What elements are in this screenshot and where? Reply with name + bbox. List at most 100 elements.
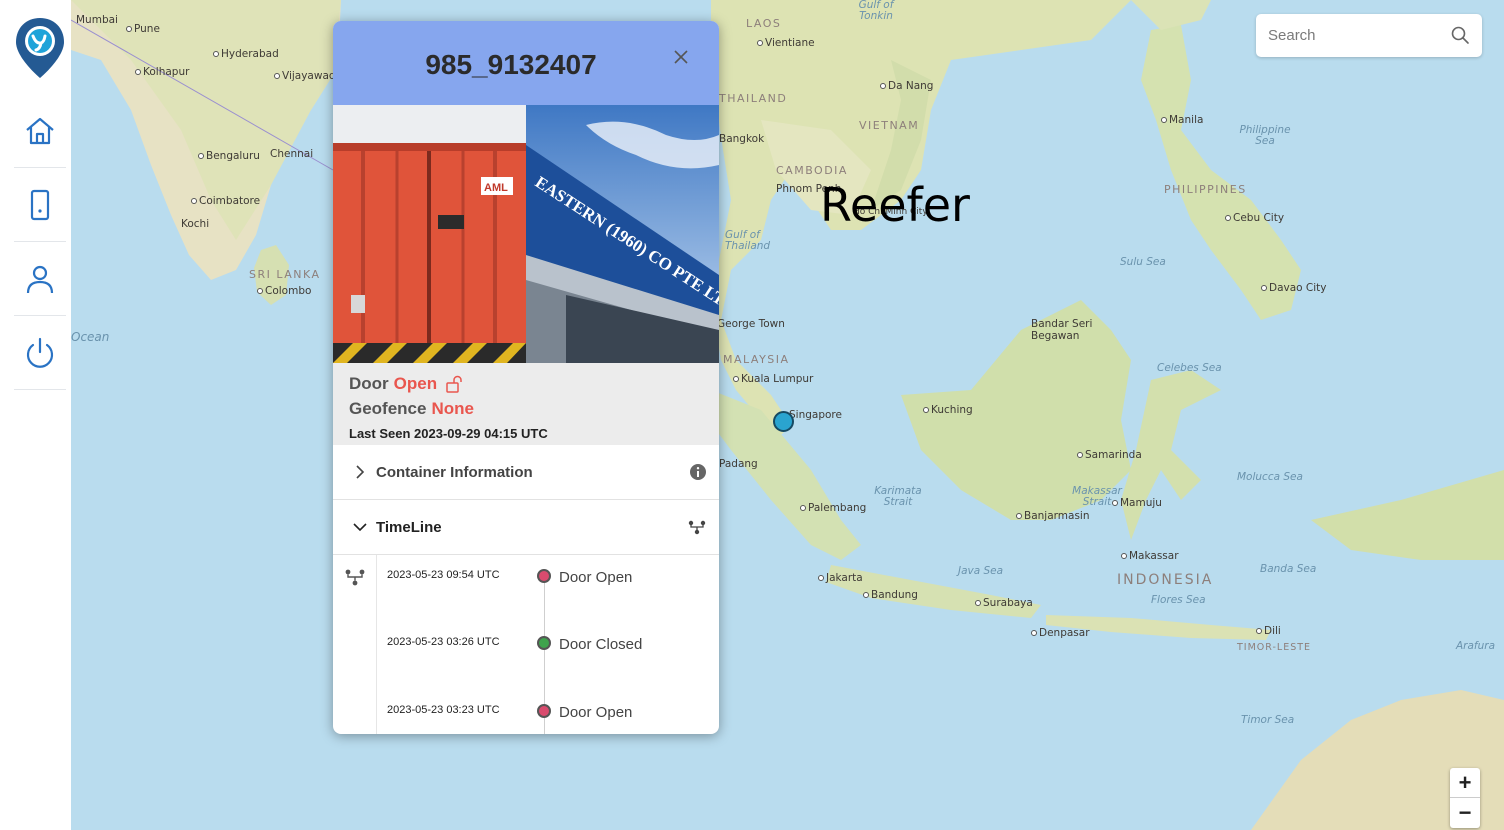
city-label: Da Nang xyxy=(880,80,933,92)
search-input[interactable] xyxy=(1256,27,1436,44)
sea-label: Banda Sea xyxy=(1260,563,1317,575)
status-panel: Door Open Geofence None Last Seen 2023-0… xyxy=(333,363,719,445)
container-photos: AML EASTERN (1960) CO PTE LTD xyxy=(333,105,719,363)
city-label: Mumbai xyxy=(76,14,118,26)
country-label: TIMOR-LESTE xyxy=(1237,642,1312,653)
city-label: Palembang xyxy=(800,502,866,514)
country-label: THAILAND xyxy=(719,92,788,105)
country-label: LAOS xyxy=(746,17,782,30)
sea-label: Arafura xyxy=(1456,640,1496,652)
sea-label: Gulf of Tonkin xyxy=(858,0,894,22)
city-label: Denpasar xyxy=(1031,627,1090,639)
door-label: Door xyxy=(349,373,389,393)
home-icon xyxy=(26,117,54,144)
nav-user[interactable] xyxy=(14,242,66,316)
country-label: MALAYSIA xyxy=(723,353,790,366)
container-location-marker[interactable] xyxy=(773,411,794,432)
city-label: Chennai xyxy=(270,148,314,160)
country-label: INDONESIA xyxy=(1117,572,1214,588)
search-icon[interactable] xyxy=(1450,25,1470,45)
sea-label: Timor Sea xyxy=(1241,714,1295,726)
sea-label: Ocean xyxy=(71,330,110,344)
city-label: Vijayawada xyxy=(274,70,342,82)
timeline-event: Door Open xyxy=(559,569,633,586)
city-label: Kochi xyxy=(181,218,210,230)
country-label: SRI LANKA xyxy=(249,268,321,281)
zoom-out-button[interactable]: − xyxy=(1450,798,1480,828)
timeline-item[interactable]: 2023-05-23 09:54 UTC Door Open xyxy=(377,563,719,593)
city-label: Kuala Lumpur xyxy=(733,373,813,385)
sea-label: Flores Sea xyxy=(1151,594,1206,606)
timeline-item[interactable]: 2023-05-23 03:23 UTC Door Open xyxy=(377,698,719,728)
geofence-status: Geofence None xyxy=(349,396,703,421)
popup-header: 985_9132407 xyxy=(333,21,719,105)
country-label: PHILIPPINES xyxy=(1164,183,1247,196)
city-label: Samarinda xyxy=(1077,449,1142,461)
warehouse-photo[interactable]: EASTERN (1960) CO PTE LTD xyxy=(526,105,719,363)
photo-logo-text: AML xyxy=(484,182,508,194)
sea-label: Karimata Strait xyxy=(874,485,922,508)
sea-label: Philippine Sea xyxy=(1239,124,1291,147)
timeline-gutter xyxy=(333,555,377,734)
city-label: Kuching xyxy=(923,404,973,416)
network-tree-icon[interactable] xyxy=(687,518,707,536)
timeline-list: 2023-05-23 09:54 UTC Door Open 2023-05-2… xyxy=(333,555,719,734)
city-label: Bangkok xyxy=(719,133,765,145)
timeline-item[interactable]: 2023-05-23 03:26 UTC Door Closed xyxy=(377,630,719,660)
city-label: Bandar Seri Begawan xyxy=(1031,318,1093,342)
chevron-right-icon xyxy=(356,465,365,479)
country-label: CAMBODIA xyxy=(776,164,848,177)
sea-label: Java Sea xyxy=(958,565,1004,577)
container-id-title: 985_9132407 xyxy=(425,49,597,80)
container-door-photo[interactable]: AML xyxy=(333,105,526,363)
sea-label: Gulf of Thailand xyxy=(725,229,771,252)
city-label: Kolhapur xyxy=(135,66,189,78)
city-label: Pune xyxy=(126,23,160,35)
city-label: Bandung xyxy=(863,589,918,601)
city-label: Surabaya xyxy=(975,597,1033,609)
warehouse-image: EASTERN (1960) CO PTE LTD xyxy=(526,105,719,363)
nav-device[interactable] xyxy=(14,168,66,242)
event-dot xyxy=(537,636,551,650)
geofence-value: None xyxy=(431,398,474,418)
container-information-toggle[interactable]: Container Information xyxy=(333,445,719,500)
nav-home[interactable] xyxy=(14,94,66,168)
timeline-label: TimeLine xyxy=(376,518,442,536)
zoom-in-button[interactable]: + xyxy=(1450,768,1480,798)
timeline-time: 2023-05-23 03:23 UTC xyxy=(387,704,500,716)
city-label: Cebu City xyxy=(1225,212,1284,224)
sea-label: Sulu Sea xyxy=(1120,256,1166,268)
network-tree-icon[interactable] xyxy=(343,567,367,587)
timeline-time: 2023-05-23 03:26 UTC xyxy=(387,636,500,648)
timeline-event: Door Open xyxy=(559,704,633,721)
geofence-label: Geofence xyxy=(349,398,427,418)
map[interactable]: Mumbai Pune Hyderabad Kolhapur Vijayawad… xyxy=(71,0,1504,830)
info-icon[interactable] xyxy=(689,463,707,481)
city-label: Padang xyxy=(719,458,758,470)
unlock-icon xyxy=(446,375,462,393)
close-icon[interactable] xyxy=(673,49,689,65)
zoom-control: + − xyxy=(1450,768,1480,828)
city-label: Hyderabad xyxy=(213,48,279,60)
reefer-overlay-label: Reefer xyxy=(820,178,970,232)
search-box[interactable] xyxy=(1256,14,1482,57)
chevron-down-icon xyxy=(353,523,367,532)
city-label: Colombo xyxy=(257,285,311,297)
container-popup: 985_9132407 AML EASTERN (1960) CO PTE LT… xyxy=(333,21,719,734)
container-door-image: AML xyxy=(333,105,526,363)
timeline-time: 2023-05-23 09:54 UTC xyxy=(387,569,500,581)
sea-label: Makassar Strait xyxy=(1072,485,1122,508)
power-icon xyxy=(26,337,54,368)
city-label: Vientiane xyxy=(757,37,815,49)
nav-logout[interactable] xyxy=(14,316,66,390)
city-label: Dili xyxy=(1256,625,1281,637)
city-label: Makassar xyxy=(1121,550,1179,562)
sea-label: Molucca Sea xyxy=(1237,471,1303,483)
mobile-device-icon xyxy=(30,189,50,220)
city-label: Jakarta xyxy=(818,572,863,584)
last-seen-text: Last Seen 2023-09-29 04:15 UTC xyxy=(349,426,548,441)
timeline-toggle[interactable]: TimeLine xyxy=(333,500,719,555)
container-information-label: Container Information xyxy=(376,463,533,481)
city-label: Singapore xyxy=(789,409,842,421)
logo-pin-icon[interactable] xyxy=(14,16,66,80)
